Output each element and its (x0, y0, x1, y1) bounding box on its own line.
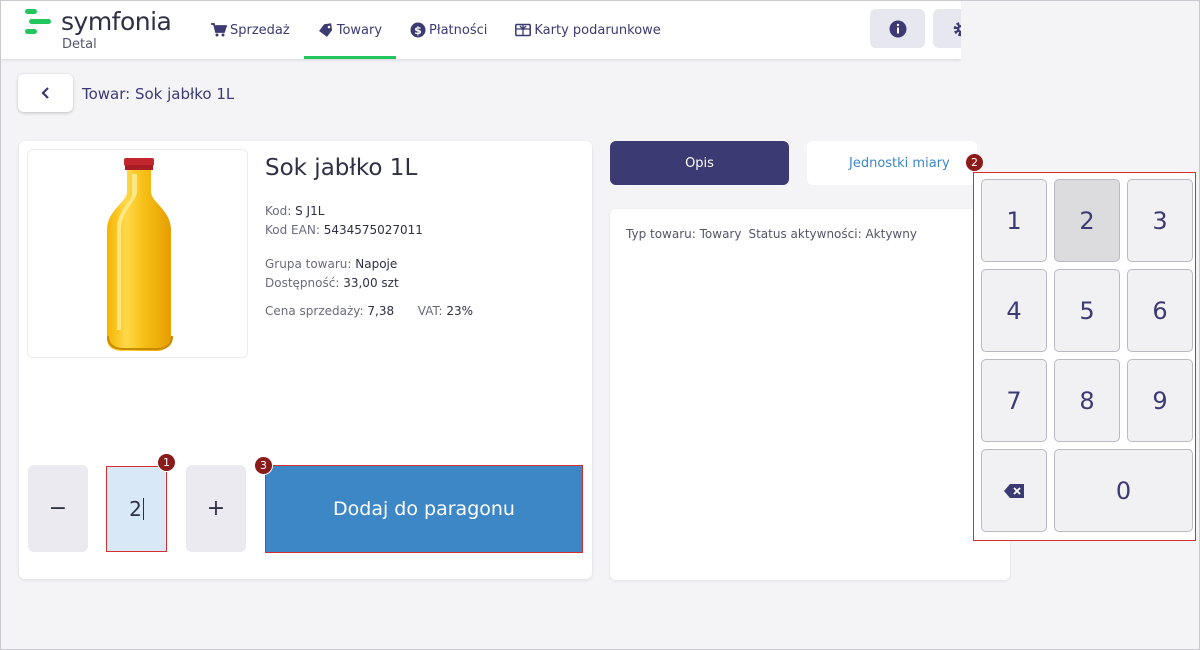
status-value: Aktywny (865, 227, 917, 241)
dollar-icon: $ (410, 22, 426, 38)
key-9[interactable]: 9 (1127, 359, 1193, 442)
type-label: Typ towaru: (626, 227, 696, 241)
nav-sprzedaz[interactable]: Sprzedaż (197, 1, 304, 59)
page-title: Towar: Sok jabłko 1L (82, 85, 235, 103)
product-availability: Dostępność: 33,00 szt (265, 276, 399, 290)
key-0[interactable]: 0 (1054, 449, 1193, 532)
svg-text:$: $ (414, 24, 422, 37)
info-icon (889, 20, 906, 37)
ean-label: Kod EAN: (265, 223, 320, 237)
logo-name: symfonia (61, 7, 172, 36)
tab-jednostki-miary[interactable]: Jednostki miary (807, 141, 977, 185)
availability-label: Dostępność: (265, 276, 340, 290)
tab-opis[interactable]: Opis (610, 141, 789, 185)
key-8[interactable]: 8 (1054, 359, 1120, 442)
cart-icon (211, 23, 227, 37)
top-header: symfonia Detal Sprzedaż Towary $ Płatnoś… (1, 1, 988, 59)
key-7[interactable]: 7 (981, 359, 1047, 442)
product-ean: Kod EAN: 5434575027011 (265, 223, 423, 237)
quantity-plus-button[interactable]: + (186, 465, 246, 552)
description-panel: Typ towaru: Towary Status aktywności: Akt… (610, 209, 1010, 580)
key-backspace[interactable] (981, 449, 1047, 532)
quantity-minus-button[interactable]: − (28, 465, 88, 552)
nav-towary[interactable]: Towary (303, 1, 397, 59)
nav-label: Sprzedaż (230, 22, 290, 38)
group-value: Napoje (355, 257, 398, 271)
annotation-marker-2: 2 (965, 153, 984, 172)
key-1[interactable]: 1 (981, 179, 1047, 262)
product-card: Sok jabłko 1L Kod: S J1L Kod EAN: 543457… (19, 141, 592, 579)
tag-icon (318, 23, 332, 37)
product-price: Cena sprzedaży: 7,38 VAT: 23% (265, 304, 473, 318)
availability-value: 33,00 szt (343, 276, 399, 290)
annotation-marker-1: 1 (157, 453, 176, 472)
juice-bottle-image (107, 158, 173, 351)
logo-subtitle: Detal (62, 37, 97, 52)
vat-value: 23% (446, 304, 474, 318)
key-3[interactable]: 3 (1127, 179, 1193, 262)
nav-label: Płatności (429, 22, 488, 38)
add-to-receipt-button[interactable]: Dodaj do paragonu (265, 465, 583, 553)
product-group: Grupa towaru: Napoje (265, 257, 397, 271)
key-5[interactable]: 5 (1054, 269, 1120, 352)
group-label: Grupa towaru: (265, 257, 352, 271)
annotation-marker-3: 3 (254, 456, 273, 475)
app-window: symfonia Detal Sprzedaż Towary $ Płatnoś… (0, 0, 1200, 650)
ean-value: 5434575027011 (323, 223, 423, 237)
product-image (27, 149, 248, 358)
symfonia-logo-icon (23, 9, 53, 35)
chevron-left-icon (40, 87, 49, 99)
numeric-keypad: 1 2 3 4 5 6 7 8 9 0 (973, 172, 1196, 541)
text-caret (142, 498, 144, 520)
price-label: Cena sprzedaży: (265, 304, 364, 318)
product-code: Kod: S J1L (265, 204, 324, 218)
nav-label: Karty podarunkowe (534, 22, 661, 38)
key-6[interactable]: 6 (1127, 269, 1193, 352)
back-button[interactable] (18, 74, 73, 112)
type-value: Towary (699, 227, 742, 241)
quantity-input[interactable]: 2 (106, 466, 167, 552)
code-value: S J1L (295, 204, 325, 218)
backspace-icon (1004, 483, 1024, 498)
price-value: 7,38 (367, 304, 395, 318)
code-label: Kod: (265, 204, 292, 218)
status-label: Status aktywności: (748, 227, 862, 241)
nav-platnosci[interactable]: $ Płatności (396, 1, 501, 59)
nav-label: Towary (336, 22, 383, 38)
vat-label: VAT: (417, 304, 443, 318)
key-2[interactable]: 2 (1054, 179, 1120, 262)
product-name: Sok jabłko 1L (265, 155, 418, 181)
key-4[interactable]: 4 (981, 269, 1047, 352)
nav-karty-podarunkowe[interactable]: Karty podarunkowe (501, 1, 674, 59)
description-text: Typ towaru: Towary Status aktywności: Akt… (626, 227, 917, 241)
quantity-value: 2 (129, 497, 142, 521)
main-nav: Sprzedaż Towary $ Płatności Karty podaru… (197, 1, 675, 59)
gift-card-icon (515, 23, 532, 37)
info-button[interactable] (870, 9, 925, 48)
